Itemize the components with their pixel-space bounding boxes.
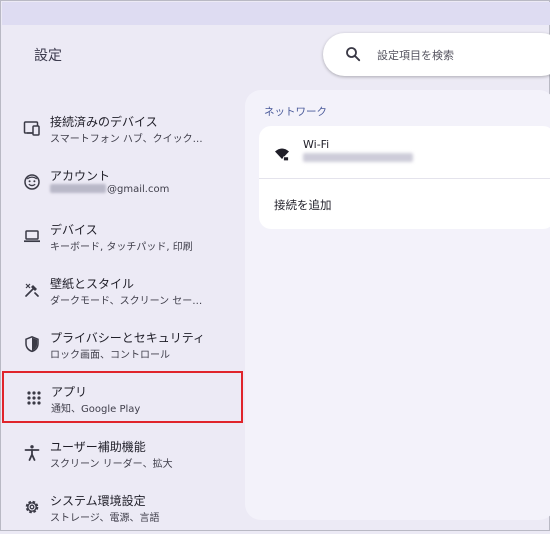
redacted-email-user — [50, 184, 106, 193]
sidebar-item-label: 接続済みのデバイス — [50, 115, 158, 129]
palette-brush-icon — [25, 283, 39, 297]
laptop-icon — [24, 230, 40, 243]
sidebar-item-system-preferences[interactable]: システム環境設定 ストレージ、電源、言語 — [1, 480, 246, 534]
sidebar-item-sublabel: ストレージ、電源、言語 — [50, 513, 160, 524]
sidebar-item-connected-devices[interactable]: 接続済みのデバイス スマートフォン ハブ、クイック… — [1, 101, 246, 155]
search-input[interactable] — [377, 46, 547, 64]
search-box[interactable] — [323, 33, 550, 76]
sidebar-item-label: プライバシーとセキュリティ — [50, 331, 206, 345]
sidebar-item-account[interactable]: アカウント @gmail.com — [1, 155, 246, 209]
sidebar-item-device[interactable]: デバイス キーボード, タッチパッド, 印刷 — [1, 209, 246, 263]
sidebar-item-wallpaper-style[interactable]: 壁紙とスタイル ダークモード、スクリーン セー… — [1, 263, 246, 317]
connected-devices-icon — [23, 121, 40, 136]
sidebar-item-apps[interactable]: アプリ 通知、Google Play — [2, 371, 243, 423]
gear-icon — [25, 500, 39, 514]
shield-icon — [25, 335, 39, 353]
accessibility-icon — [24, 445, 40, 461]
sidebar-item-sublabel: キーボード, タッチパッド, 印刷 — [50, 242, 193, 253]
settings-window: 設定 接続済みのデバイス スマートフォン ハブ、クイック… — [0, 0, 550, 531]
sidebar-item-sublabel: ロック画面、コントロール — [50, 350, 170, 361]
account-email: @gmail.com — [50, 184, 169, 195]
sidebar-item-privacy-security[interactable]: プライバシーとセキュリティ ロック画面、コントロール — [1, 317, 246, 371]
sidebar-item-sublabel: ダークモード、スクリーン セー… — [50, 296, 203, 307]
search-icon — [346, 47, 361, 62]
sidebar-item-label: アプリ — [51, 385, 88, 399]
sidebar-item-label: ユーザー補助機能 — [50, 440, 146, 454]
sidebar-item-label: デバイス — [50, 223, 98, 237]
sidebar-item-sublabel: 通知、Google Play — [51, 404, 141, 415]
sidebar-item-label: アカウント — [50, 169, 111, 183]
sidebar-item-accessibility[interactable]: ユーザー補助機能 スクリーン リーダー、拡大 — [1, 426, 246, 480]
wifi-icon[interactable] — [274, 146, 290, 162]
sidebar-item-sublabel: スクリーン リーダー、拡大 — [50, 459, 173, 470]
wifi-network-name-redacted — [303, 153, 413, 162]
sidebar-item-sublabel: スマートフォン ハブ、クイック… — [50, 134, 203, 145]
wifi-label[interactable]: Wi-Fi — [303, 138, 329, 151]
apps-grid-icon — [27, 391, 41, 405]
sidebar-item-label: 壁紙とスタイル — [50, 277, 135, 291]
sidebar-item-label: システム環境設定 — [50, 494, 146, 508]
title-bar — [2, 2, 550, 25]
page-title: 設定 — [34, 48, 62, 64]
network-section-title: ネットワーク — [264, 106, 327, 118]
add-connection-button[interactable]: 接続を追加 — [274, 197, 332, 213]
account-icon — [24, 174, 40, 190]
divider — [259, 178, 550, 179]
